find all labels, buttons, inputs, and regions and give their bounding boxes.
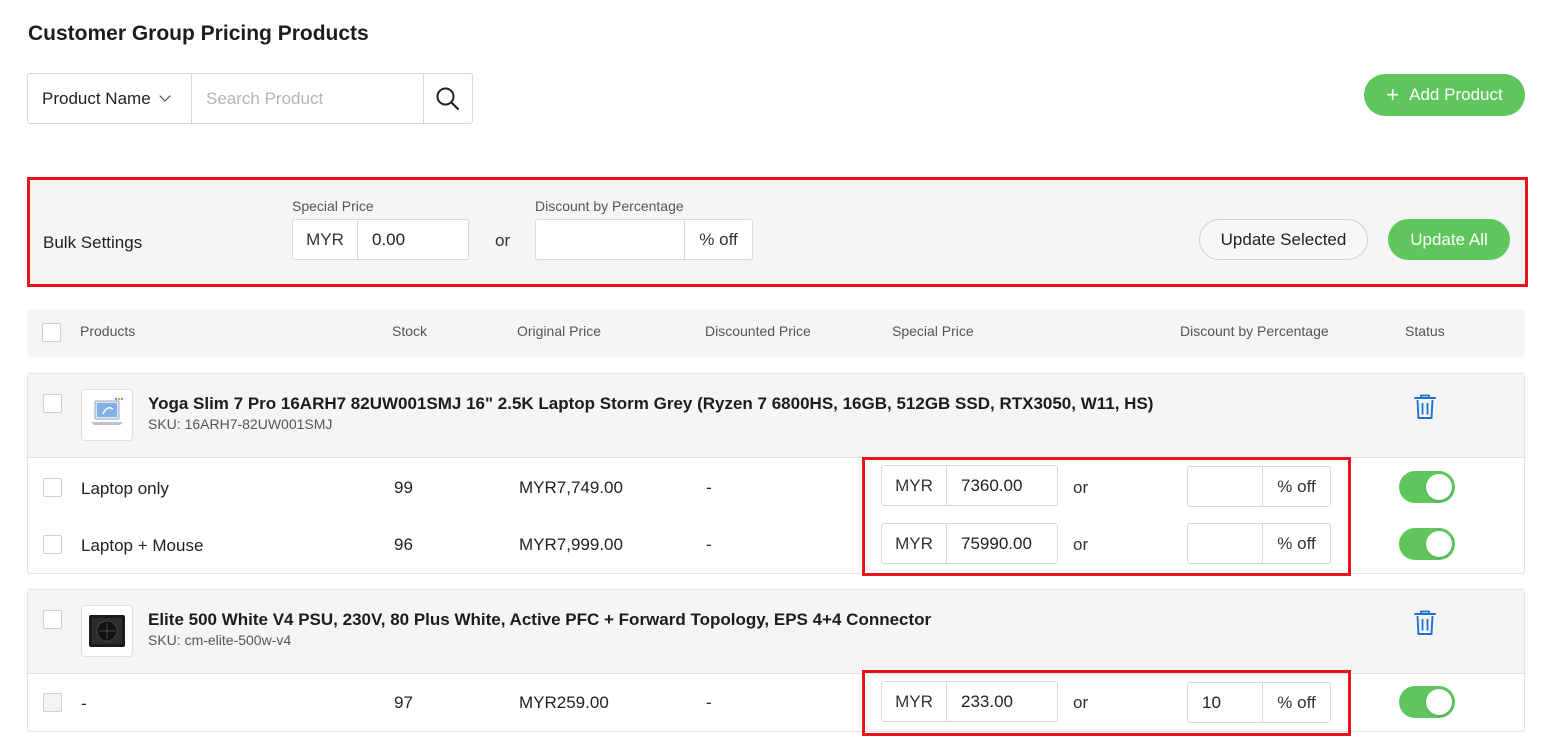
trash-icon [1414, 610, 1436, 635]
header-discount-percentage: Discount by Percentage [1180, 323, 1329, 339]
toggle-knob [1426, 689, 1452, 715]
update-selected-button[interactable]: Update Selected [1199, 219, 1368, 260]
bulk-special-price-field[interactable]: MYR 0.00 [292, 219, 469, 260]
product-header-row: Elite 500 White V4 PSU, 230V, 80 Plus Wh… [28, 590, 1524, 674]
page-title: Customer Group Pricing Products [28, 22, 369, 45]
table-header: Products Stock Original Price Discounted… [27, 309, 1525, 357]
variant-original-price: MYR259.00 [519, 693, 609, 712]
search-filter-label: Product Name [42, 88, 151, 108]
search-filter-dropdown[interactable]: Product Name [28, 74, 192, 123]
delete-product-button[interactable] [1413, 610, 1437, 641]
laptop-image-icon [91, 397, 124, 425]
product-search-bar: Product Name [27, 73, 473, 124]
variant-original-price: MYR7,999.00 [519, 535, 623, 554]
header-original-price: Original Price [517, 323, 602, 339]
search-icon [436, 87, 460, 110]
variant-name: - [81, 694, 87, 713]
status-toggle[interactable] [1399, 686, 1455, 718]
variant-stock: 96 [394, 535, 413, 554]
bulk-settings-panel: Bulk Settings Special Price MYR 0.00 or … [27, 177, 1528, 287]
add-product-label: Add Product [1409, 85, 1503, 104]
variant-checkbox[interactable] [43, 478, 62, 497]
bulk-discount-field[interactable]: % off [535, 219, 753, 260]
delete-product-button[interactable] [1413, 394, 1437, 425]
header-products: Products [80, 323, 136, 339]
bulk-special-price-label: Special Price [292, 198, 374, 214]
product-name: Elite 500 White V4 PSU, 230V, 80 Plus Wh… [148, 610, 932, 629]
product-thumbnail [81, 605, 133, 657]
bulk-discount-input[interactable] [536, 220, 684, 259]
search-input[interactable] [192, 74, 423, 123]
product-sku: SKU: cm-elite-500w-v4 [148, 632, 292, 648]
psu-image-icon [89, 615, 125, 647]
currency-label: MYR [293, 220, 358, 259]
search-button[interactable] [423, 74, 472, 123]
bulk-special-price-input[interactable]: 0.00 [358, 220, 468, 259]
chevron-down-icon [159, 90, 171, 102]
variant-stock: 97 [394, 693, 413, 712]
header-status: Status [1405, 323, 1445, 339]
highlight-box [862, 670, 1351, 736]
toggle-knob [1426, 474, 1452, 500]
variant-discounted-price: - [706, 693, 712, 712]
variant-name: Laptop only [81, 479, 169, 498]
status-toggle[interactable] [1399, 471, 1455, 503]
toggle-knob [1426, 531, 1452, 557]
product-checkbox[interactable] [43, 394, 62, 413]
bulk-settings-label: Bulk Settings [43, 233, 143, 252]
or-label: or [495, 231, 511, 250]
variant-name: Laptop + Mouse [81, 536, 204, 555]
product-thumbnail [81, 389, 133, 441]
variant-discounted-price: - [706, 478, 712, 497]
variant-stock: 99 [394, 478, 413, 497]
product-checkbox[interactable] [43, 610, 62, 629]
bulk-discount-label: Discount by Percentage [535, 198, 684, 214]
header-special-price: Special Price [892, 323, 974, 339]
trash-icon [1414, 394, 1436, 419]
plus-icon: + [1386, 82, 1400, 107]
header-stock: Stock [392, 323, 428, 339]
highlight-box [862, 457, 1351, 576]
select-all-checkbox[interactable] [42, 323, 61, 342]
variant-discounted-price: - [706, 535, 712, 554]
percent-off-suffix: % off [684, 220, 752, 259]
variant-checkbox[interactable] [43, 535, 62, 554]
product-sku: SKU: 16ARH7-82UW001SMJ [148, 416, 333, 432]
product-name: Yoga Slim 7 Pro 16ARH7 82UW001SMJ 16" 2.… [148, 394, 1154, 413]
variant-checkbox[interactable] [43, 693, 62, 712]
variant-original-price: MYR7,749.00 [519, 478, 623, 497]
status-toggle[interactable] [1399, 528, 1455, 560]
add-product-button[interactable]: + Add Product [1364, 74, 1525, 116]
product-header-row: Yoga Slim 7 Pro 16ARH7 82UW001SMJ 16" 2.… [28, 374, 1524, 458]
header-discounted-price: Discounted Price [705, 323, 811, 339]
update-all-button[interactable]: Update All [1388, 219, 1510, 260]
